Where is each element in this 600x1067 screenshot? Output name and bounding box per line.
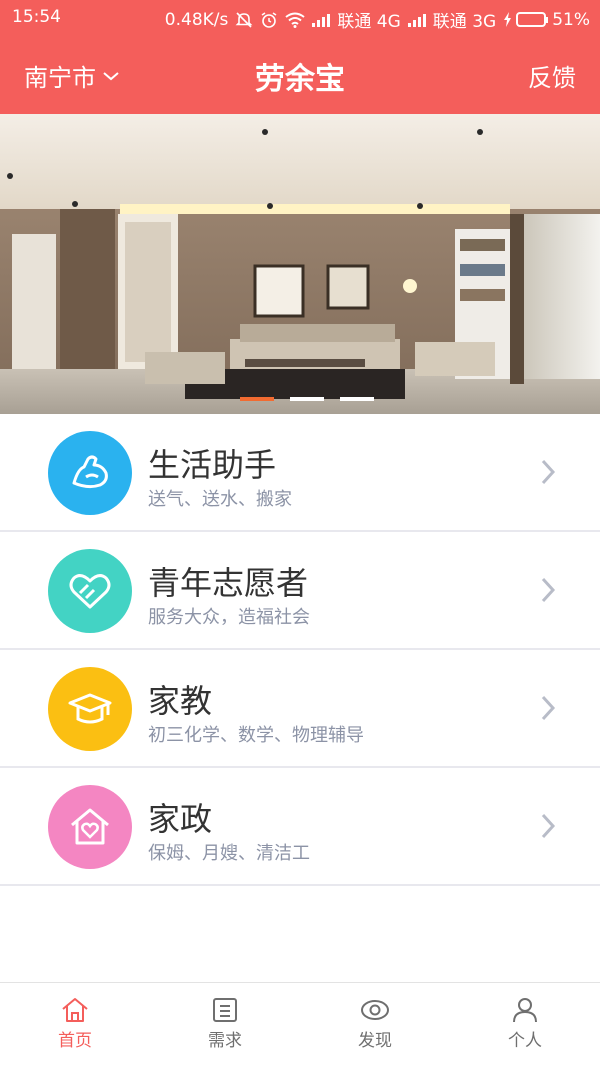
item-subtitle: 初三化学、数学、物理辅导 <box>148 725 364 746</box>
battery-percent: 51% <box>552 9 590 30</box>
battery-icon <box>516 12 547 27</box>
service-list: 生活助手 送气、送水、搬家 青年志愿者 服务大众，造福社会 家教 初三化学、数学… <box>0 414 600 886</box>
tab-profile[interactable]: 个人 <box>450 983 600 1067</box>
carousel-dot-1[interactable] <box>240 397 274 401</box>
carousel-dot-3[interactable] <box>340 397 374 401</box>
eye-icon <box>361 1000 389 1020</box>
list-item-youth-volunteer[interactable]: 青年志愿者 服务大众，造福社会 <box>0 532 600 650</box>
tab-profile-label: 个人 <box>508 1031 542 1051</box>
list-item-tutoring[interactable]: 家教 初三化学、数学、物理辅导 <box>0 650 600 768</box>
bottom-tab-bar: 首页 需求 发现 个人 <box>0 982 600 1067</box>
item-title: 青年志愿者 <box>148 564 309 602</box>
house-heart-icon <box>48 785 132 869</box>
item-title: 家政 <box>148 800 213 838</box>
person-icon <box>513 998 537 1023</box>
tab-discover-label: 发现 <box>358 1031 392 1051</box>
item-subtitle: 服务大众，造福社会 <box>148 607 310 628</box>
item-subtitle: 送气、送水、搬家 <box>148 489 292 510</box>
graduation-cap-icon <box>48 667 132 751</box>
city-selector[interactable]: 南宁市 <box>24 58 120 93</box>
tab-demand-label: 需求 <box>208 1031 242 1051</box>
item-title: 生活助手 <box>148 446 277 484</box>
list-item-life-assistant[interactable]: 生活助手 送气、送水、搬家 <box>0 414 600 532</box>
status-right: 0.48K/s 联通 4G 联通 3G 51% <box>164 7 590 33</box>
app-header: 南宁市 劳余宝 反馈 <box>0 34 600 114</box>
banner-image <box>0 114 600 414</box>
network-speed: 0.48K/s <box>164 9 229 30</box>
arm-muscle-icon <box>48 431 132 515</box>
chevron-right-icon <box>541 577 556 603</box>
feedback-button[interactable]: 反馈 <box>528 58 576 93</box>
wifi-icon <box>285 12 306 28</box>
signal-icon-2 <box>407 13 426 27</box>
carousel-indicator <box>240 397 374 401</box>
tab-home-label: 首页 <box>58 1031 92 1051</box>
signal-icon <box>312 13 331 27</box>
chevron-right-icon <box>541 459 556 485</box>
city-label: 南宁市 <box>24 64 96 92</box>
tab-home[interactable]: 首页 <box>0 983 150 1067</box>
carousel-dot-2[interactable] <box>290 397 324 401</box>
tab-demand[interactable]: 需求 <box>150 983 300 1067</box>
charging-icon <box>504 12 512 27</box>
banner-carousel[interactable] <box>0 114 600 414</box>
list-item-housekeeping[interactable]: 家政 保姆、月嫂、清洁工 <box>0 768 600 886</box>
battery-indicator: 51% <box>503 10 590 30</box>
list-icon <box>213 998 237 1022</box>
chevron-right-icon <box>541 695 556 721</box>
item-subtitle: 保姆、月嫂、清洁工 <box>148 843 310 864</box>
carrier-2: 联通 3G <box>432 12 497 32</box>
heart-hands-icon <box>48 549 132 633</box>
status-bar: 15:54 0.48K/s 联通 4G 联通 3G 51% <box>0 0 600 34</box>
alarm-icon <box>261 11 277 28</box>
home-icon <box>62 998 88 1022</box>
battery-nub <box>546 16 549 23</box>
tab-discover[interactable]: 发现 <box>300 983 450 1067</box>
item-title: 家教 <box>148 682 213 720</box>
carrier-1: 联通 4G <box>337 12 401 32</box>
status-time: 15:54 <box>12 7 61 27</box>
chevron-right-icon <box>541 813 556 839</box>
chevron-down-icon <box>103 71 119 80</box>
mute-icon <box>235 11 253 28</box>
